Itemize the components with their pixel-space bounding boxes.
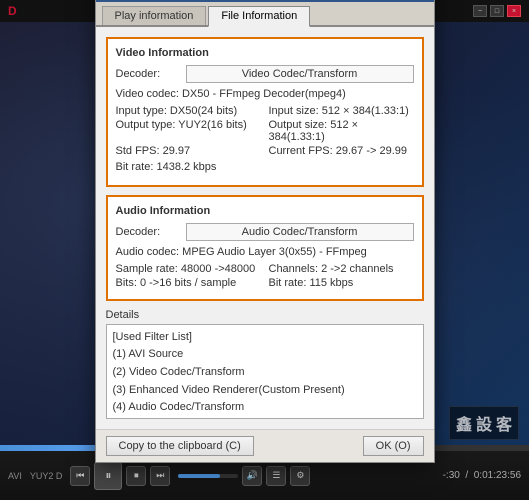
detail-line-3: (3) Enhanced Video Renderer(Custom Prese… [113,382,417,400]
playlist-btn[interactable]: ☰ [266,466,286,486]
tab-play-info[interactable]: Play information [102,6,207,25]
video-codec-row: Video codec: DX50 - FFmpeg Decoder(mpeg4… [116,86,414,103]
play-pause-btn[interactable]: ⏸ [94,462,122,490]
top-restore-btn[interactable]: □ [490,5,504,17]
detail-line-2: (2) Video Codec/Transform [113,364,417,382]
next-btn[interactable]: ⏭ [150,466,170,486]
watermark-text: 鑫 設 客 [456,417,512,434]
audio-sample-row: Sample rate: 48000 ->48000 Channels: 2 -… [116,263,414,275]
audio-decoder-field[interactable]: Audio Codec/Transform [186,223,414,241]
std-fps: Std FPS: 29.97 [116,145,261,157]
input-type: Input type: DX50(24 bits) [116,105,261,117]
watermark: 鑫 設 客 [449,406,519,440]
video-decoder-label: Decoder: [116,68,186,80]
video-input-row: Input type: DX50(24 bits) Input size: 51… [116,105,414,117]
stop-btn[interactable]: ⏹ [126,466,146,486]
detail-line-1: (1) AVI Source [113,346,417,364]
time-total: 0:01:23:56 [474,470,521,481]
video-decoder-field[interactable]: Video Codec/Transform [186,65,414,83]
video-info-title: Video Information [116,47,414,59]
top-window-controls: − □ × [473,5,521,17]
audio-decoder-label: Decoder: [116,226,186,238]
volume-bar[interactable] [178,474,238,478]
tab-file-info[interactable]: File Information [208,6,310,27]
tab-bar: Play information File Information [96,2,434,27]
top-minimize-btn[interactable]: − [473,5,487,17]
video-output-row: Output type: YUY2(16 bits) Output size: … [116,119,414,143]
daum-icon: D [8,4,17,18]
video-bitrate-row: Bit rate: 1438.2 kbps [116,159,414,176]
input-size: Input size: 512 × 384(1.33:1) [269,105,414,117]
output-size: Output size: 512 × 384(1.33:1) [269,119,414,143]
video-fps-row: Std FPS: 29.97 Current FPS: 29.67 -> 29.… [116,145,414,157]
video-info-box: Video Information Decoder: Video Codec/T… [106,37,424,187]
yuy2-label: YUY2 D [30,471,63,481]
time-display: -:30 / 0:01:23:56 [443,470,521,481]
audio-decoder-row: Decoder: Audio Codec/Transform [116,223,414,241]
detail-line-4: (4) Audio Codec/Transform [113,399,417,417]
settings-btn[interactable]: ⚙ [290,466,310,486]
audio-info-box: Audio Information Decoder: Audio Codec/T… [106,195,424,301]
audio-bitrate: Bit rate: 115 kbps [269,277,414,289]
output-type: Output type: YUY2(16 bits) [116,119,261,143]
detail-line-5: (5) DirectSound Audio Renderer [113,417,417,419]
details-section: Details [Used Filter List] (1) AVI Sourc… [106,309,424,419]
details-label: Details [106,309,424,321]
copy-clipboard-btn[interactable]: Copy to the clipboard (C) [106,436,254,456]
ok-btn[interactable]: OK (O) [363,436,424,456]
volume-fill [178,474,220,478]
prev-btn[interactable]: ⏮ [70,466,90,486]
current-fps: Current FPS: 29.67 -> 29.99 [269,145,414,157]
top-close-btn[interactable]: × [507,5,521,17]
channels: Channels: 2 ->2 channels [269,263,414,275]
avi-label: AVI [8,471,22,481]
audio-info-title: Audio Information [116,205,414,217]
dialog-content: Video Information Decoder: Video Codec/T… [96,27,434,429]
sample-rate: Sample rate: 48000 ->48000 [116,263,261,275]
time-current: -:30 [443,470,460,481]
audio-bits: Bits: 0 ->16 bits / sample [116,277,261,289]
video-decoder-row: Decoder: Video Codec/Transform [116,65,414,83]
audio-codec-row: Audio codec: MPEG Audio Layer 3(0x55) - … [116,244,414,261]
file-info-dialog: D Playing file information − □ × Play in… [95,0,435,463]
audio-bits-row: Bits: 0 ->16 bits / sample Bit rate: 115… [116,277,414,289]
speaker-icon[interactable]: 🔊 [242,466,262,486]
details-box[interactable]: [Used Filter List] (1) AVI Source (2) Vi… [106,324,424,419]
dialog-footer: Copy to the clipboard (C) OK (O) [96,429,434,462]
detail-line-0: [Used Filter List] [113,329,417,347]
